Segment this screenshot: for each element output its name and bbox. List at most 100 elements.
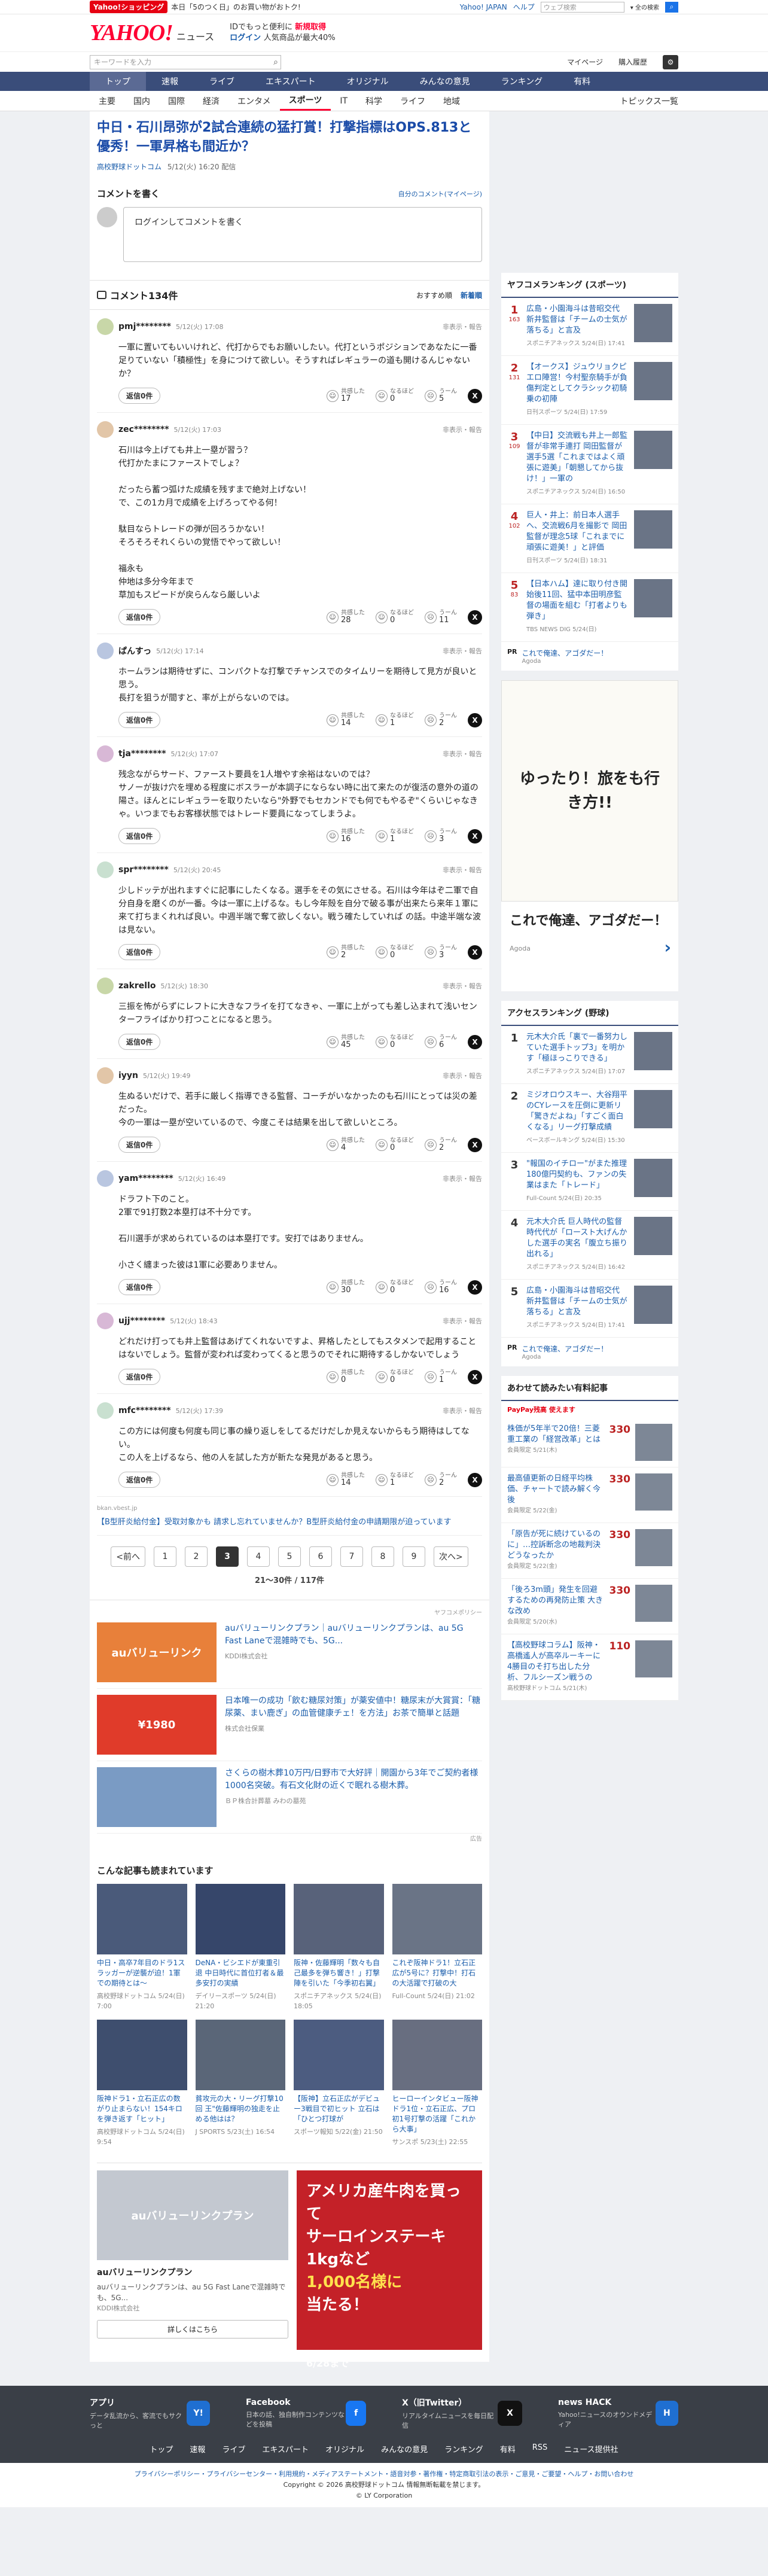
reaction-empathy-button[interactable]: ☺ 共感した 30 [327,1280,365,1295]
report-link[interactable]: 非表示・報告 [443,1174,482,1183]
avatar[interactable] [97,978,114,994]
comment-input[interactable]: ログインしてコメントを書く [123,207,482,262]
paid-title[interactable]: 株価が5年半で20倍！三菱重工業の「経営改革」とは [507,1424,605,1445]
promo-text[interactable]: 本日「5のつく日」のお買い物がおトク! [171,2,300,12]
reaction-empathy-button[interactable]: ☺ 共感した 45 [327,1034,365,1049]
reply-button[interactable]: 返信0件 [118,1369,161,1385]
footer-col[interactable]: news HACK Yahoo!ニュースのオウンドメディア H [558,2397,678,2430]
footer-nav-6[interactable]: ランキング [444,2443,483,2455]
report-link[interactable]: 非表示・報告 [443,981,482,991]
reaction-empathy-button[interactable]: ☺ 共感した 4 [327,1137,365,1152]
x-share-icon[interactable]: X [468,388,482,403]
cat-it[interactable]: IT [331,91,356,111]
report-link[interactable]: 非表示・報告 [443,1406,482,1415]
reaction-empathy-button[interactable]: ☺ 共感した 14 [327,1472,365,1487]
ad-item[interactable]: ¥1980 日本唯一の成功「飲む糖尿対策」が薬安値中！糖尿末が大賞賞：「糖尿薬、ま… [97,1689,482,1761]
reply-button[interactable]: 返信0件 [118,388,161,404]
comment-author[interactable]: pmj******** [118,322,171,331]
reaction-hmm-button[interactable]: ☹ うーん 3 [425,945,457,960]
cat-entertainment[interactable]: エンタメ [228,91,280,111]
article-title[interactable]: 中日・石川昂弥が2試合連続の猛打賞！打撃指標はOPS.813と優秀！一軍昇格も間… [97,118,482,157]
reaction-hmm-button[interactable]: ☹ うーん 1 [425,1369,457,1384]
reaction-empathy-button[interactable]: ☺ 共感した 2 [327,945,365,960]
related-article[interactable]: 阪神ドラ1・立石正広の数がり止まらない！154キロを弾き返す「ヒット」 高校野球ド… [97,2020,187,2147]
related-thumbnail[interactable] [294,2020,384,2090]
pr-item[interactable]: PR これで俺達、アゴダだー！ Agoda [501,1338,678,1366]
reaction-empathy-button[interactable]: ☺ 共感した 16 [327,829,365,844]
avatar[interactable] [97,861,114,878]
reply-button[interactable]: 返信0件 [118,828,161,844]
comment-author[interactable]: ujj******** [118,1316,165,1326]
reaction-understand-button[interactable]: ☺ なるほど 0 [376,945,414,960]
paid-title[interactable]: 「後ろ3m頭」発生を回避するための再発防止策 大きな改め [507,1585,605,1617]
comment-author[interactable]: yam******** [118,1174,173,1183]
access-thumbnail[interactable] [634,1217,672,1255]
comment-author[interactable]: tja******** [118,749,166,759]
page-9[interactable]: 9 [403,1546,425,1567]
footer-nav-2[interactable]: ライブ [222,2443,245,2455]
x-share-icon[interactable]: X [468,1369,482,1384]
comment-author[interactable]: spr******** [118,865,169,875]
reaction-understand-button[interactable]: ☺ なるほど 0 [376,610,414,625]
related-article[interactable]: 貧攻元の大・リーグ打撃10回 王"佐藤輝明の独走を止める他はは？ J SPORTS… [195,2020,285,2147]
cat-sports[interactable]: スポーツ [279,91,331,111]
agoda-ad-card[interactable]: これで俺達、アゴダだー！ Agoda › [501,902,678,991]
reaction-understand-button[interactable]: ☺ なるほど 0 [376,1369,414,1384]
ad-text[interactable]: 日本唯一の成功「飲む糖尿対策」が薬安値中！糖尿末が大賞賞：「糖尿薬、まい鹿ぎ」の… [225,1695,482,1720]
footer-col-title[interactable]: news HACK [558,2398,656,2407]
footer-x-icon[interactable]: X [498,2401,522,2426]
reaction-hmm-button[interactable]: ☹ うーん 2 [425,1137,457,1152]
page-3[interactable]: 3 [216,1546,239,1567]
comment-policy-link[interactable]: ヤフコメポリシー [97,1607,482,1616]
access-title[interactable]: 元木大介氏「裏で一番努力していた選手トップ3」を明かす「極ほっこりできる」 [526,1032,629,1064]
related-title[interactable]: 【阪神】立石正広がデビュー3戦目で初ヒット 立石は「ひとつ打球が [294,2094,384,2124]
ad-item[interactable]: auバリューリンク auバリューリンクプラン｜auバリューリンクプランは、au 5… [97,1616,482,1689]
reaction-understand-button[interactable]: ☺ なるほど 1 [376,712,414,727]
footer-col-title[interactable]: X（旧Twitter） [402,2397,498,2408]
avatar[interactable] [97,1313,114,1329]
paid-thumbnail[interactable] [635,1585,672,1622]
comment-author[interactable]: zakrello [118,981,156,991]
footer-col[interactable]: X（旧Twitter） リアルタイムニュースを毎日配信 X [402,2397,522,2430]
reply-button[interactable]: 返信0件 [118,944,161,960]
report-link[interactable]: 非表示・報告 [443,865,482,875]
topics-list-link[interactable]: トピックス一覧 [620,91,678,111]
footer-col-title[interactable]: Facebook [246,2398,346,2407]
yahoo-japan-link[interactable]: Yahoo! JAPAN [460,3,507,11]
page-2[interactable]: 2 [185,1546,208,1567]
ad-image[interactable]: ¥1980 [97,1695,217,1755]
ad-note-text[interactable]: 【B型肝炎給付金】受取対象かも 請求し忘れていませんか？B型肝炎給付金の申請期限… [97,1515,482,1527]
related-article[interactable]: 中日・高卒7年目のドラ1スラッガーが逆襲が迫！1軍での期待とは～ 高校野球ドットコ… [97,1884,187,2011]
cat-world[interactable]: 国際 [159,91,194,111]
reply-button[interactable]: 返信0件 [118,1034,161,1050]
page-8[interactable]: 8 [371,1546,394,1567]
related-title[interactable]: 阪神・佐藤輝明「数々も自己最多を弾ち響き！」打撃陣を引いた「今季初右翼」 [294,1958,384,1989]
news-search-input[interactable]: キーワードを入力 ⌕ [90,54,281,69]
paid-item[interactable]: 【高校野球コラム】阪神・高橋遙人が高卒ルーキーに 4勝目のそ打ち出した分析、フル… [501,1634,678,1701]
mypage-link[interactable]: マイページ [567,57,603,67]
ad-note[interactable]: bkan.vbest.jp 【B型肝炎給付金】受取対象かも 請求し忘れていません… [97,1497,482,1536]
ranking-item[interactable]: 2 131 【オークス】ジュウリョクピエロ陣営！今村聖奈騎手が負傷判定としてクラシッ… [501,356,678,425]
footer-col[interactable]: アプリ データ乱流から、客流でもサクっと Y! [90,2397,210,2430]
paid-title[interactable]: 【高校野球コラム】阪神・高橋遙人が高卒ルーキーに 4勝目のそ打ち出した分析、フル… [507,1640,608,1683]
ad-text[interactable]: さくらの樹木葬10万円/日野市で大好評｜開園から3年でご契約者様1000名突破。… [225,1767,482,1792]
footer-nav-5[interactable]: みんなの意見 [381,2443,428,2455]
access-item[interactable]: 4 元木大介氏 巨人時代の監督時代代が「ロースト大げんかした選手の実名「腹立ち振り… [501,1211,678,1280]
page-6[interactable]: 6 [309,1546,332,1567]
footer-nav-0[interactable]: トップ [150,2443,173,2455]
x-share-icon[interactable]: X [468,610,482,625]
beef-ad[interactable]: アメリカ産牛肉を買って サーロインステーキ1kgなど 1,000名様に 当たる！… [297,2170,482,2369]
reaction-hmm-button[interactable]: ☹ うーん 16 [425,1280,457,1295]
reaction-understand-button[interactable]: ☺ なるほど 0 [376,388,414,403]
au-ad-image[interactable]: auバリューリンクプラン [97,2170,288,2260]
gnav-breaking[interactable]: 速報 [146,72,194,91]
rank-thumbnail[interactable] [634,431,672,469]
ranking-item[interactable]: 1 163 広島・小園海斗は昔昭交代 新井監督は「チームの士気が落ちる」と言及 スポニ… [501,298,678,356]
cat-domestic[interactable]: 国内 [124,91,159,111]
comment-author[interactable]: ぱんすっ [118,645,151,657]
related-title[interactable]: これぞ阪神ドラ1！立石正広が5号に？打撃中！打石の大活躍で打破の大 [392,1958,483,1989]
my-comments-link[interactable]: 自分のコメント(マイページ) [398,189,482,199]
gnav-ranking[interactable]: ランキング [486,72,559,91]
page-4[interactable]: 4 [247,1546,270,1567]
footer-newshack-icon[interactable]: H [655,2401,678,2426]
